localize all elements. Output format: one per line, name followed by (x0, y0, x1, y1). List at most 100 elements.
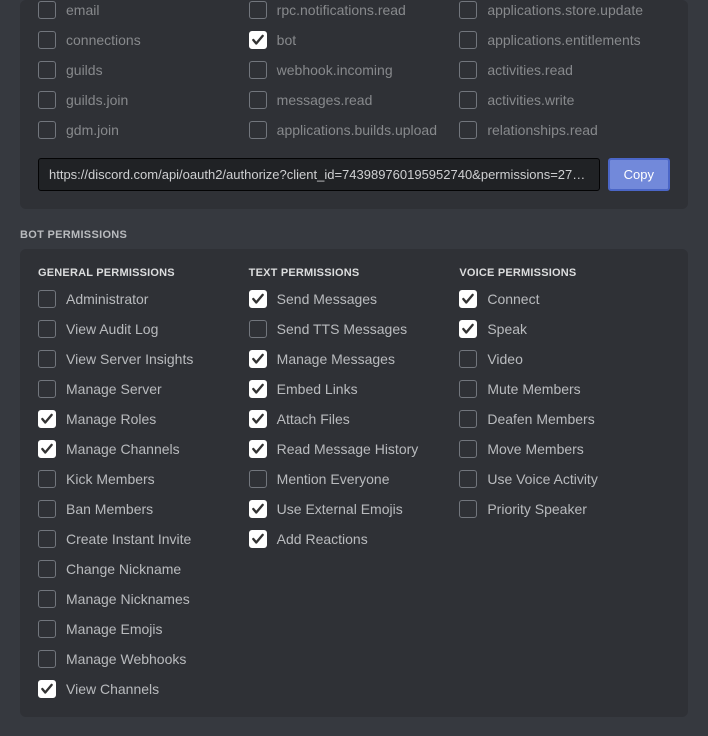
checkbox-guilds-join[interactable]: guilds.join (38, 90, 249, 110)
checkbox-label: Deafen Members (487, 411, 594, 427)
checkbox-icon (249, 121, 267, 139)
checkbox-label: Manage Webhooks (66, 651, 186, 667)
checkbox-manage-nicknames[interactable]: Manage Nicknames (38, 589, 249, 609)
checkbox-manage-channels[interactable]: Manage Channels (38, 439, 249, 459)
checkbox-relationships-read[interactable]: relationships.read (459, 120, 670, 140)
checkbox-icon (38, 320, 56, 338)
checkbox-icon (459, 440, 477, 458)
checkbox-icon (249, 61, 267, 79)
general-permissions-heading: GENERAL PERMISSIONS (38, 267, 249, 279)
checkbox-priority-speaker[interactable]: Priority Speaker (459, 499, 670, 519)
checkbox-icon (459, 470, 477, 488)
checkbox-create-instant-invite[interactable]: Create Instant Invite (38, 529, 249, 549)
voice-permissions-heading: VOICE PERMISSIONS (459, 267, 670, 279)
checkbox-label: Ban Members (66, 501, 153, 517)
checkbox-use-external-emojis[interactable]: Use External Emojis (249, 499, 460, 519)
checkbox-mute-members[interactable]: Mute Members (459, 379, 670, 399)
checkbox-label: Manage Nicknames (66, 591, 190, 607)
checkbox-label: applications.entitlements (487, 32, 640, 48)
checkbox-icon (459, 350, 477, 368)
checkbox-mention-everyone[interactable]: Mention Everyone (249, 469, 460, 489)
checkbox-icon (459, 500, 477, 518)
checkbox-label: Move Members (487, 441, 583, 457)
checkbox-icon (459, 410, 477, 428)
checkbox-icon (38, 121, 56, 139)
checkbox-label: webhook.incoming (277, 62, 393, 78)
checkbox-label: Manage Server (66, 381, 162, 397)
checkbox-connect[interactable]: Connect (459, 289, 670, 309)
checkbox-icon (459, 320, 477, 338)
checkbox-label: rpc.notifications.read (277, 2, 406, 18)
checkbox-label: Connect (487, 291, 539, 307)
checkbox-applications-store-update[interactable]: applications.store.update (459, 0, 670, 20)
checkbox-guilds[interactable]: guilds (38, 60, 249, 80)
checkbox-kick-members[interactable]: Kick Members (38, 469, 249, 489)
checkbox-change-nickname[interactable]: Change Nickname (38, 559, 249, 579)
checkbox-webhook-incoming[interactable]: webhook.incoming (249, 60, 460, 80)
checkbox-label: Embed Links (277, 381, 358, 397)
checkbox-label: View Server Insights (66, 351, 193, 367)
oauth-url-input[interactable] (38, 158, 600, 191)
checkbox-label: View Audit Log (66, 321, 158, 337)
checkbox-view-channels[interactable]: View Channels (38, 679, 249, 699)
checkbox-deafen-members[interactable]: Deafen Members (459, 409, 670, 429)
checkbox-applications-entitlements[interactable]: applications.entitlements (459, 30, 670, 50)
checkbox-icon (249, 440, 267, 458)
checkbox-manage-emojis[interactable]: Manage Emojis (38, 619, 249, 639)
checkbox-icon (459, 380, 477, 398)
checkbox-label: Create Instant Invite (66, 531, 191, 547)
scopes-panel: email rpc.notifications.read applications.… (20, 0, 688, 209)
checkbox-bot[interactable]: bot (249, 30, 460, 50)
checkbox-view-server-insights[interactable]: View Server Insights (38, 349, 249, 369)
checkbox-use-voice-activity[interactable]: Use Voice Activity (459, 469, 670, 489)
checkbox-label: Mention Everyone (277, 471, 390, 487)
checkbox-messages-read[interactable]: messages.read (249, 90, 460, 110)
checkbox-activities-read[interactable]: activities.read (459, 60, 670, 80)
checkbox-icon (249, 91, 267, 109)
checkbox-manage-roles[interactable]: Manage Roles (38, 409, 249, 429)
checkbox-speak[interactable]: Speak (459, 319, 670, 339)
checkbox-label: Manage Emojis (66, 621, 163, 637)
checkbox-label: guilds (66, 62, 103, 78)
checkbox-label: Read Message History (277, 441, 419, 457)
checkbox-administrator[interactable]: Administrator (38, 289, 249, 309)
checkbox-label: email (66, 2, 99, 18)
checkbox-embed-links[interactable]: Embed Links (249, 379, 460, 399)
checkbox-manage-webhooks[interactable]: Manage Webhooks (38, 649, 249, 669)
checkbox-icon (459, 61, 477, 79)
checkbox-read-message-history[interactable]: Read Message History (249, 439, 460, 459)
checkbox-gdm-join[interactable]: gdm.join (38, 120, 249, 140)
checkbox-icon (38, 380, 56, 398)
checkbox-move-members[interactable]: Move Members (459, 439, 670, 459)
checkbox-send-messages[interactable]: Send Messages (249, 289, 460, 309)
copy-button[interactable]: Copy (608, 158, 670, 191)
checkbox-label: guilds.join (66, 92, 128, 108)
checkbox-manage-server[interactable]: Manage Server (38, 379, 249, 399)
checkbox-label: Priority Speaker (487, 501, 587, 517)
checkbox-icon (249, 320, 267, 338)
checkbox-rpc-notifications-read[interactable]: rpc.notifications.read (249, 0, 460, 20)
checkbox-label: Kick Members (66, 471, 155, 487)
checkbox-activities-write[interactable]: activities.write (459, 90, 670, 110)
checkbox-applications-builds-upload[interactable]: applications.builds.upload (249, 120, 460, 140)
checkbox-icon (38, 440, 56, 458)
checkbox-label: activities.read (487, 62, 573, 78)
checkbox-send-tts-messages[interactable]: Send TTS Messages (249, 319, 460, 339)
checkbox-manage-messages[interactable]: Manage Messages (249, 349, 460, 369)
checkbox-icon (38, 31, 56, 49)
checkbox-add-reactions[interactable]: Add Reactions (249, 529, 460, 549)
checkbox-label: activities.write (487, 92, 574, 108)
checkbox-view-audit-log[interactable]: View Audit Log (38, 319, 249, 339)
checkbox-label: Add Reactions (277, 531, 368, 547)
checkbox-icon (249, 350, 267, 368)
checkbox-email[interactable]: email (38, 0, 249, 20)
checkbox-connections[interactable]: connections (38, 30, 249, 50)
checkbox-icon (38, 530, 56, 548)
checkbox-icon (38, 500, 56, 518)
checkbox-attach-files[interactable]: Attach Files (249, 409, 460, 429)
checkbox-icon (38, 560, 56, 578)
checkbox-icon (459, 290, 477, 308)
checkbox-video[interactable]: Video (459, 349, 670, 369)
checkbox-ban-members[interactable]: Ban Members (38, 499, 249, 519)
checkbox-icon (38, 620, 56, 638)
